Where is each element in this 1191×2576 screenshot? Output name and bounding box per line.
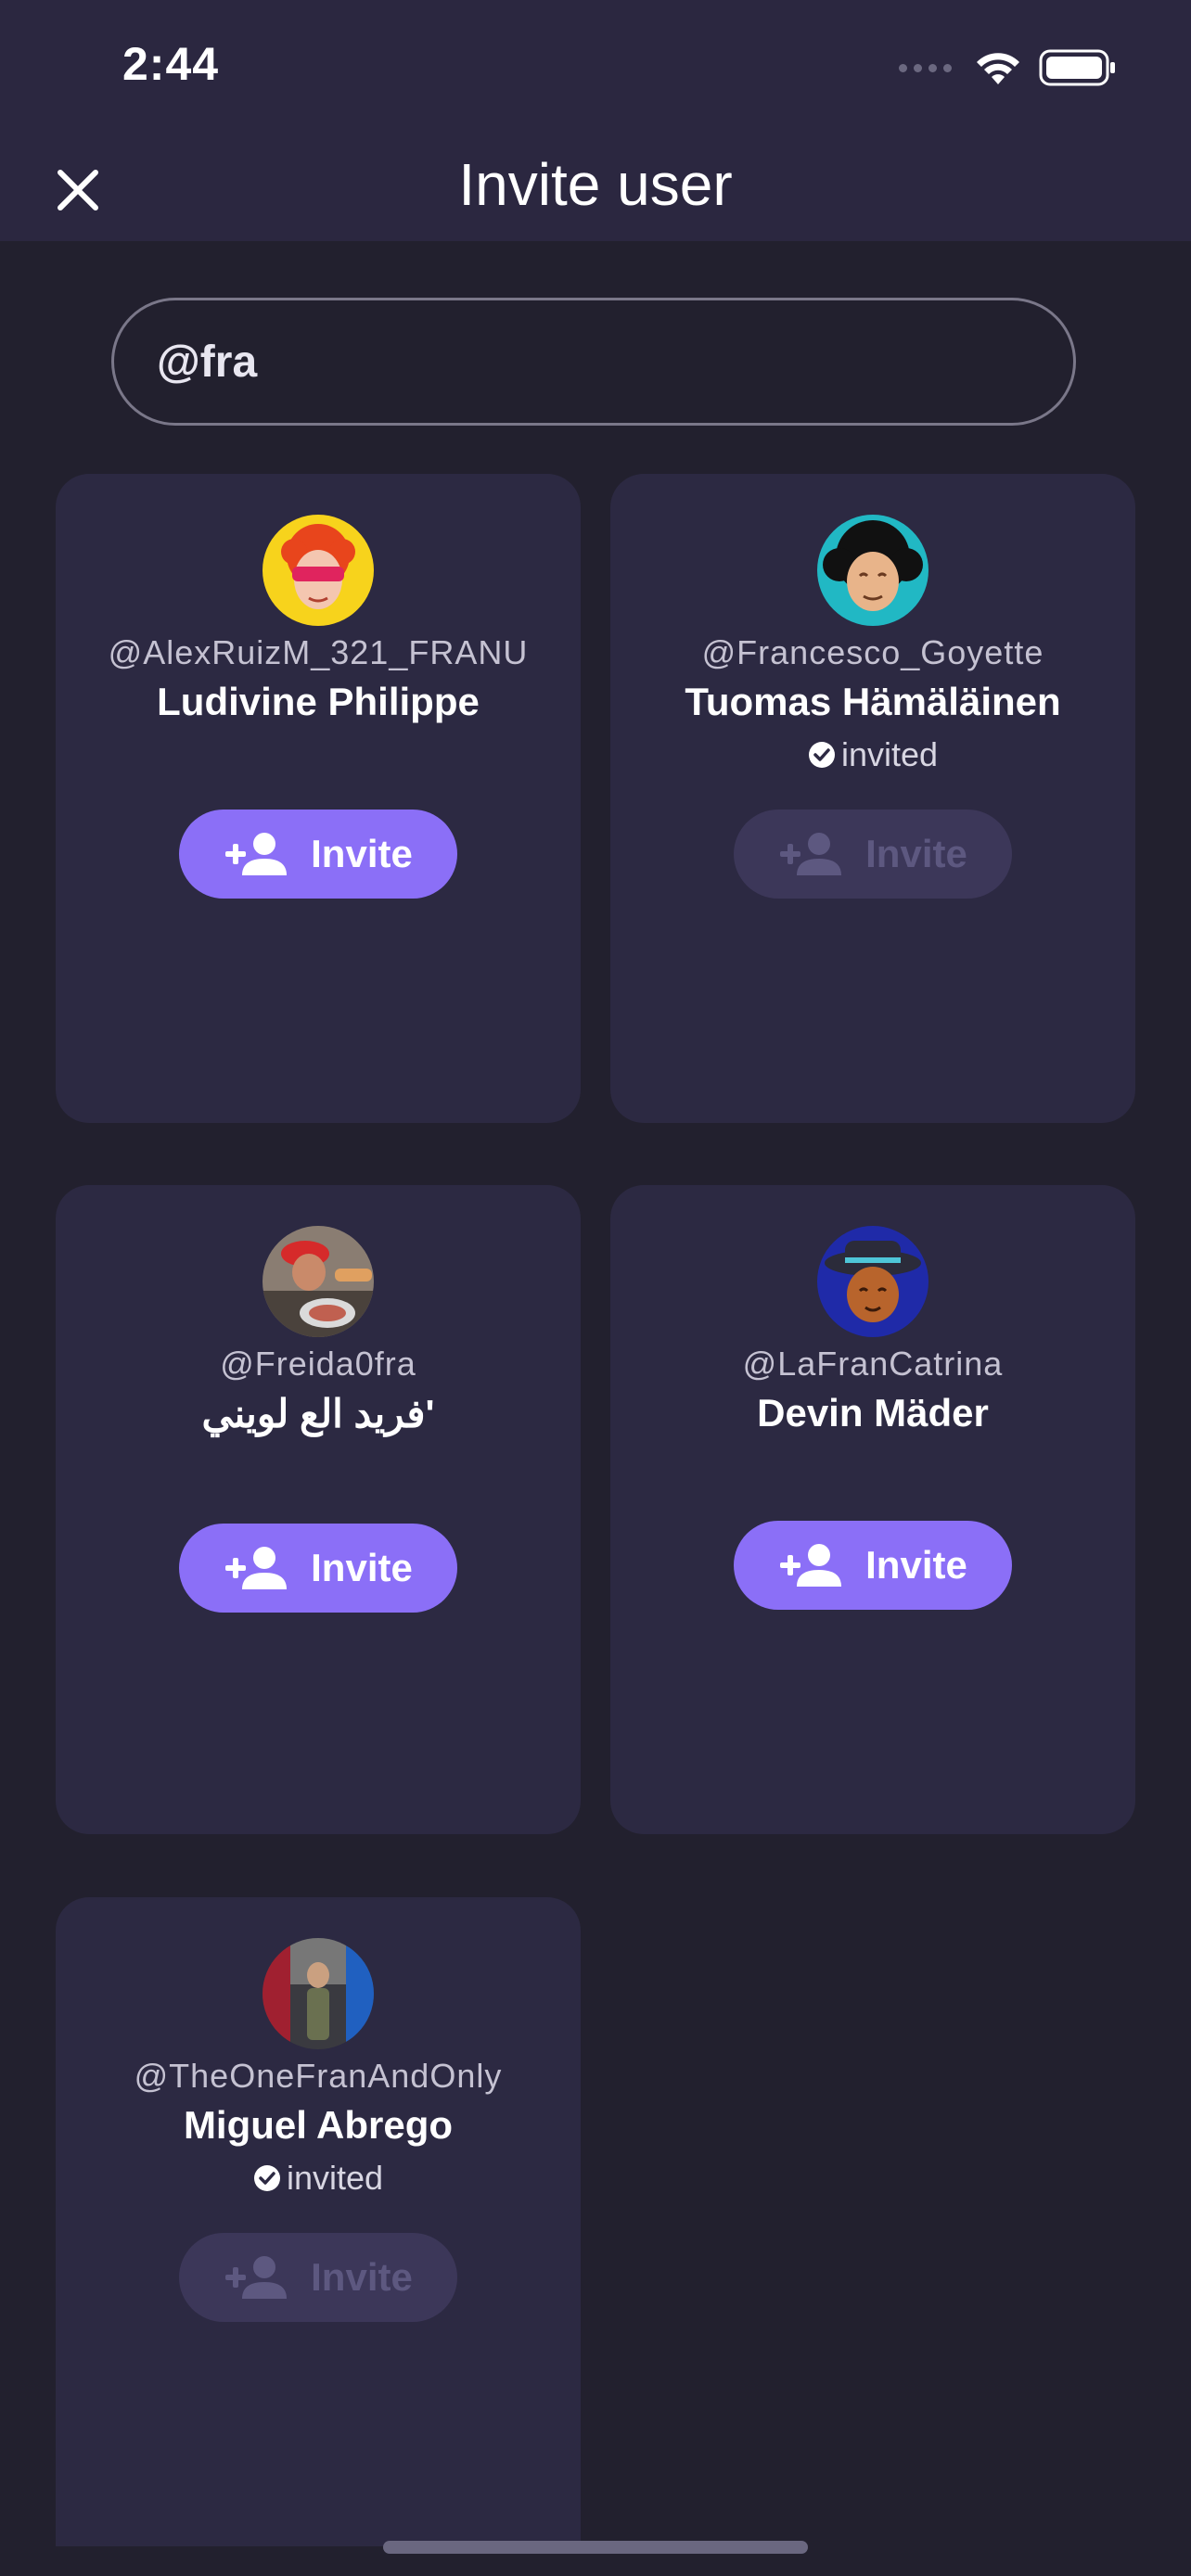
invite-button[interactable]: Invite — [179, 810, 457, 899]
invite-button[interactable]: Invite — [734, 810, 1012, 899]
search-field[interactable] — [111, 298, 1076, 426]
wifi-icon — [977, 53, 1019, 84]
check-circle-icon — [253, 2165, 280, 2191]
battery-icon — [1039, 49, 1115, 86]
user-display-name: Ludivine Philippe — [157, 680, 480, 723]
user-avatar — [263, 515, 374, 626]
user-card: @TheOneFranAndOnly Miguel Abrego invited… — [56, 1897, 581, 2546]
user-avatar — [817, 515, 928, 626]
user-display-name: Devin Mäder — [757, 1391, 989, 1435]
person-add-icon — [780, 833, 842, 875]
invited-status: invited — [56, 2159, 581, 2198]
user-handle: @LaFranCatrina — [742, 1345, 1004, 1383]
user-avatar — [817, 1226, 928, 1337]
invited-status: invited — [610, 735, 1135, 774]
invited-label: invited — [840, 735, 939, 773]
header: Invite user — [0, 139, 1191, 241]
search-input[interactable] — [155, 335, 1031, 389]
status-bar: 2:44 — [0, 0, 1191, 139]
invite-button-label: Invite — [311, 1546, 413, 1589]
user-card: @LaFranCatrina Devin Mäder Invite — [610, 1185, 1135, 1834]
invite-button[interactable]: Invite — [734, 1521, 1012, 1610]
home-indicator[interactable] — [383, 2541, 808, 2554]
invite-button[interactable]: Invite — [179, 1524, 457, 1613]
invite-button-label: Invite — [311, 2255, 413, 2299]
user-display-name: Miguel Abrego — [183, 2103, 454, 2147]
invited-label: invited — [286, 2159, 384, 2197]
person-add-icon — [225, 2256, 288, 2299]
cellular-signal-icon — [899, 63, 952, 72]
person-add-icon — [225, 833, 288, 875]
user-avatar — [263, 1226, 374, 1337]
user-display-name: Tuomas Hämäläinen — [685, 680, 1061, 723]
user-card: @Francesco_Goyette Tuomas Hämäläinen inv… — [610, 474, 1135, 1123]
user-avatar — [263, 1938, 374, 2049]
user-card: @AlexRuizM_321_FRANU Ludivine Philippe I… — [56, 474, 581, 1123]
status-time: 2:44 — [122, 38, 220, 90]
user-handle: @TheOneFranAndOnly — [134, 2057, 503, 2095]
page-title: Invite user — [458, 151, 733, 218]
user-card: @Freida0fra فريد الع لويني' Invite — [56, 1185, 581, 1834]
person-add-icon — [780, 1544, 842, 1587]
user-handle: @Freida0fra — [220, 1345, 416, 1383]
user-handle: @Francesco_Goyette — [701, 633, 1044, 671]
user-handle: @AlexRuizM_321_FRANU — [108, 633, 529, 671]
status-icons — [899, 45, 1117, 91]
invite-button-label: Invite — [311, 832, 413, 875]
person-add-icon — [225, 1547, 288, 1589]
check-circle-icon — [808, 742, 835, 768]
invite-button-label: Invite — [865, 832, 967, 875]
invite-button-label: Invite — [865, 1543, 967, 1587]
user-display-name: فريد الع لويني' — [201, 1392, 435, 1435]
invite-button[interactable]: Invite — [179, 2233, 457, 2322]
